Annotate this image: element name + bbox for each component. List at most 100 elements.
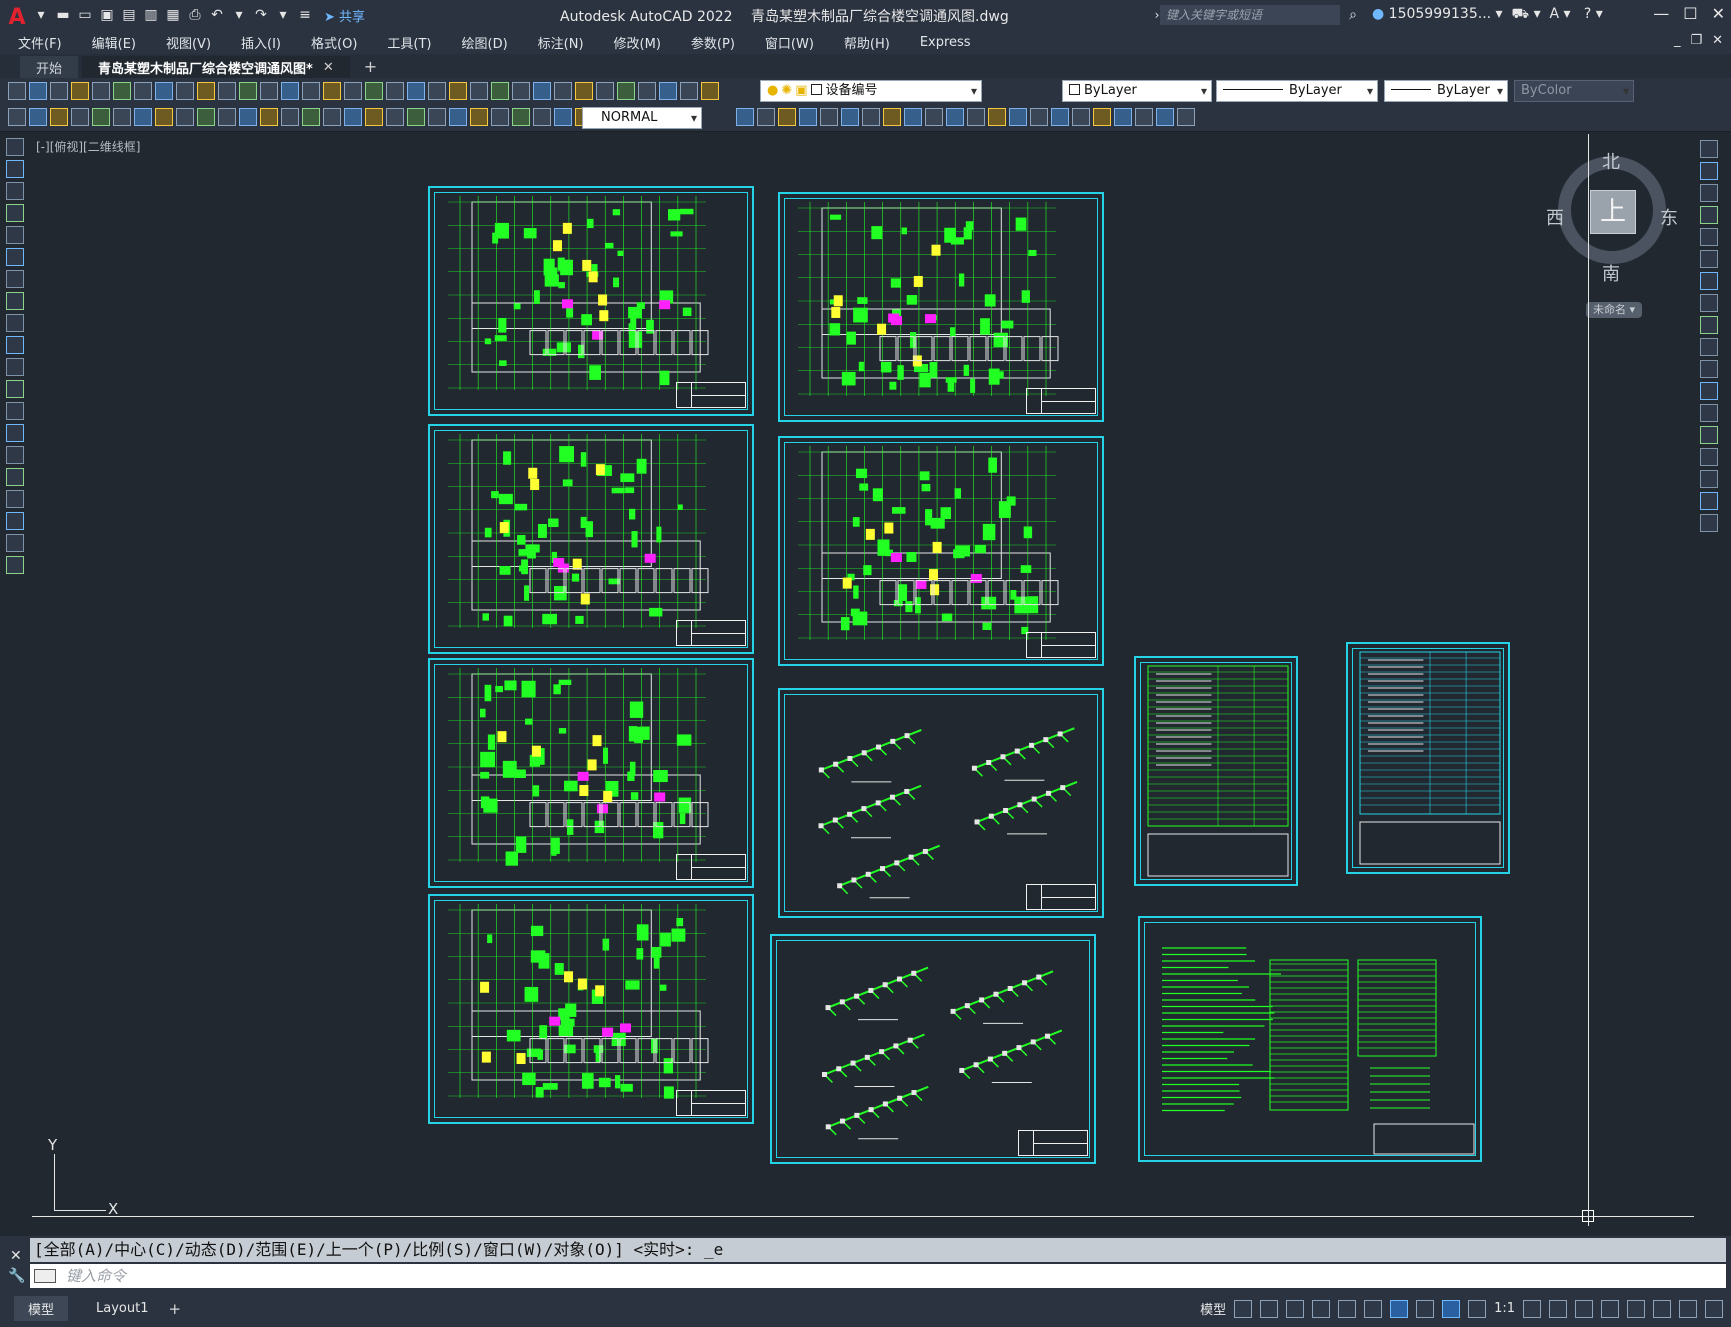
modify-tool-icon[interactable] (1700, 206, 1718, 224)
draw-tool-icon[interactable] (6, 138, 24, 156)
layout-tab-model[interactable]: 模型 (14, 1296, 69, 1321)
standard-tool-icon[interactable] (638, 82, 656, 100)
annotation-scale[interactable]: 1:1 (1494, 1301, 1515, 1316)
dimension-tool-icon[interactable] (113, 108, 131, 126)
draw-tool-icon[interactable] (6, 204, 24, 222)
menu-item[interactable]: 视图(V) (166, 33, 211, 52)
draw-tool-icon[interactable] (6, 534, 24, 552)
lineweight-combo[interactable]: ByLayer (1384, 80, 1508, 102)
drawing-sheet[interactable] (1138, 916, 1482, 1162)
modify-tool-icon[interactable] (820, 108, 838, 126)
modify-tool-icon[interactable] (1072, 108, 1090, 126)
cart-icon[interactable]: ⛟ (1512, 6, 1530, 22)
modify-tool-icon[interactable] (946, 108, 964, 126)
menu-item[interactable]: 编辑(E) (92, 33, 136, 52)
dimension-tool-icon[interactable] (281, 108, 299, 126)
standard-tool-icon[interactable] (239, 82, 257, 100)
draw-tool-icon[interactable] (6, 182, 24, 200)
autoscale-icon[interactable] (1468, 1299, 1487, 1318)
customization-menu-icon[interactable] (1705, 1299, 1723, 1318)
save-icon[interactable]: ▣ (98, 6, 116, 24)
annotation-visibility-icon[interactable] (1442, 1299, 1461, 1318)
model-space-toggle[interactable]: 模型 (1200, 1299, 1226, 1318)
modify-tool-icon[interactable] (1114, 108, 1132, 126)
dimension-tool-icon[interactable] (50, 108, 68, 126)
standard-tool-icon[interactable] (71, 82, 89, 100)
new-tab-icon[interactable]: + (354, 55, 387, 78)
standard-tool-icon[interactable] (428, 82, 446, 100)
modify-tool-icon[interactable] (904, 108, 922, 126)
dimension-tool-icon[interactable] (491, 108, 509, 126)
modify-tool-icon[interactable] (1093, 108, 1111, 126)
drawing-sheet[interactable] (778, 192, 1104, 422)
standard-tool-icon[interactable] (50, 82, 68, 100)
dimension-tool-icon[interactable] (29, 108, 47, 126)
standard-tool-icon[interactable] (596, 82, 614, 100)
workspace-gear-icon[interactable] (1523, 1299, 1541, 1318)
doc-minimize-icon[interactable]: _ (1674, 33, 1681, 48)
drawing-sheet[interactable] (428, 186, 754, 416)
modify-tool-icon[interactable] (925, 108, 943, 126)
standard-tool-icon[interactable] (449, 82, 467, 100)
open-file-icon[interactable]: ▭ (76, 6, 94, 24)
compass-west[interactable]: 西 (1546, 204, 1564, 230)
ucs-menu[interactable]: 未命名 ▾ (1586, 302, 1642, 318)
drawing-sheet[interactable] (770, 934, 1096, 1164)
polar-icon[interactable] (1312, 1299, 1331, 1318)
modify-tool-icon[interactable] (1700, 404, 1718, 422)
dimension-tool-icon[interactable] (176, 108, 194, 126)
menu-item[interactable]: 绘图(D) (462, 33, 508, 52)
modify-tool-icon[interactable] (841, 108, 859, 126)
modify-tool-icon[interactable] (1030, 108, 1048, 126)
minimize-icon[interactable]: — (1653, 4, 1669, 23)
command-close-icon[interactable]: ✕ (10, 1248, 22, 1264)
drawing-sheet[interactable] (1134, 656, 1298, 886)
standard-tool-icon[interactable] (407, 82, 425, 100)
menu-item[interactable]: 文件(F) (18, 33, 62, 52)
menu-item[interactable]: Express (920, 35, 971, 50)
standard-tool-icon[interactable] (323, 82, 341, 100)
autodesk-app-icon[interactable]: A (1550, 6, 1560, 22)
standard-tool-icon[interactable] (344, 82, 362, 100)
viewcube[interactable]: 上 北 南 东 西 (1546, 148, 1678, 285)
redo-dropdown-icon[interactable]: ▾ (274, 6, 292, 24)
modify-tool-icon[interactable] (862, 108, 880, 126)
draw-tool-icon[interactable] (6, 424, 24, 442)
modify-tool-icon[interactable] (1700, 250, 1718, 268)
draw-tool-icon[interactable] (6, 556, 24, 574)
standard-tool-icon[interactable] (617, 82, 635, 100)
modify-tool-icon[interactable] (1700, 448, 1718, 466)
dimension-tool-icon[interactable] (155, 108, 173, 126)
menu-item[interactable]: 工具(T) (387, 33, 431, 52)
maximize-icon[interactable]: ☐ (1683, 4, 1697, 23)
compass-north[interactable]: 北 (1602, 148, 1620, 174)
dimension-tool-icon[interactable] (533, 108, 551, 126)
draw-tool-icon[interactable] (6, 402, 24, 420)
draw-tool-icon[interactable] (6, 226, 24, 244)
dimension-tool-icon[interactable] (428, 108, 446, 126)
draw-tool-icon[interactable] (6, 490, 24, 508)
app-menu-icon[interactable]: A (6, 6, 28, 30)
drawing-sheet[interactable] (778, 436, 1104, 666)
dimension-tool-icon[interactable] (260, 108, 278, 126)
viewcube-top-face[interactable]: 上 (1590, 190, 1636, 234)
object-snap-icon[interactable] (1390, 1299, 1409, 1318)
dropdown-arrow-icon[interactable]: ▾ (32, 6, 50, 24)
modify-tool-icon[interactable] (1700, 514, 1718, 532)
standard-tool-icon[interactable] (176, 82, 194, 100)
doc-restore-icon[interactable]: ❐ (1690, 33, 1702, 48)
draw-tool-icon[interactable] (6, 248, 24, 266)
object-snap-tracking-icon[interactable] (1364, 1299, 1383, 1318)
modify-tool-icon[interactable] (1700, 140, 1718, 158)
draw-tool-icon[interactable] (6, 160, 24, 178)
plotstyle-combo[interactable]: ByColor (1514, 80, 1634, 102)
modify-tool-icon[interactable] (1177, 108, 1195, 126)
modify-tool-icon[interactable] (1700, 184, 1718, 202)
modify-tool-icon[interactable] (1700, 316, 1718, 334)
standard-tool-icon[interactable] (659, 82, 677, 100)
dimension-tool-icon[interactable] (449, 108, 467, 126)
layer-combo[interactable]: ● ✺ ▣ 设备编号 (760, 80, 982, 102)
ortho-icon[interactable] (1286, 1299, 1305, 1318)
draw-tool-icon[interactable] (6, 358, 24, 376)
new-file-icon[interactable]: ▬ (54, 6, 72, 24)
